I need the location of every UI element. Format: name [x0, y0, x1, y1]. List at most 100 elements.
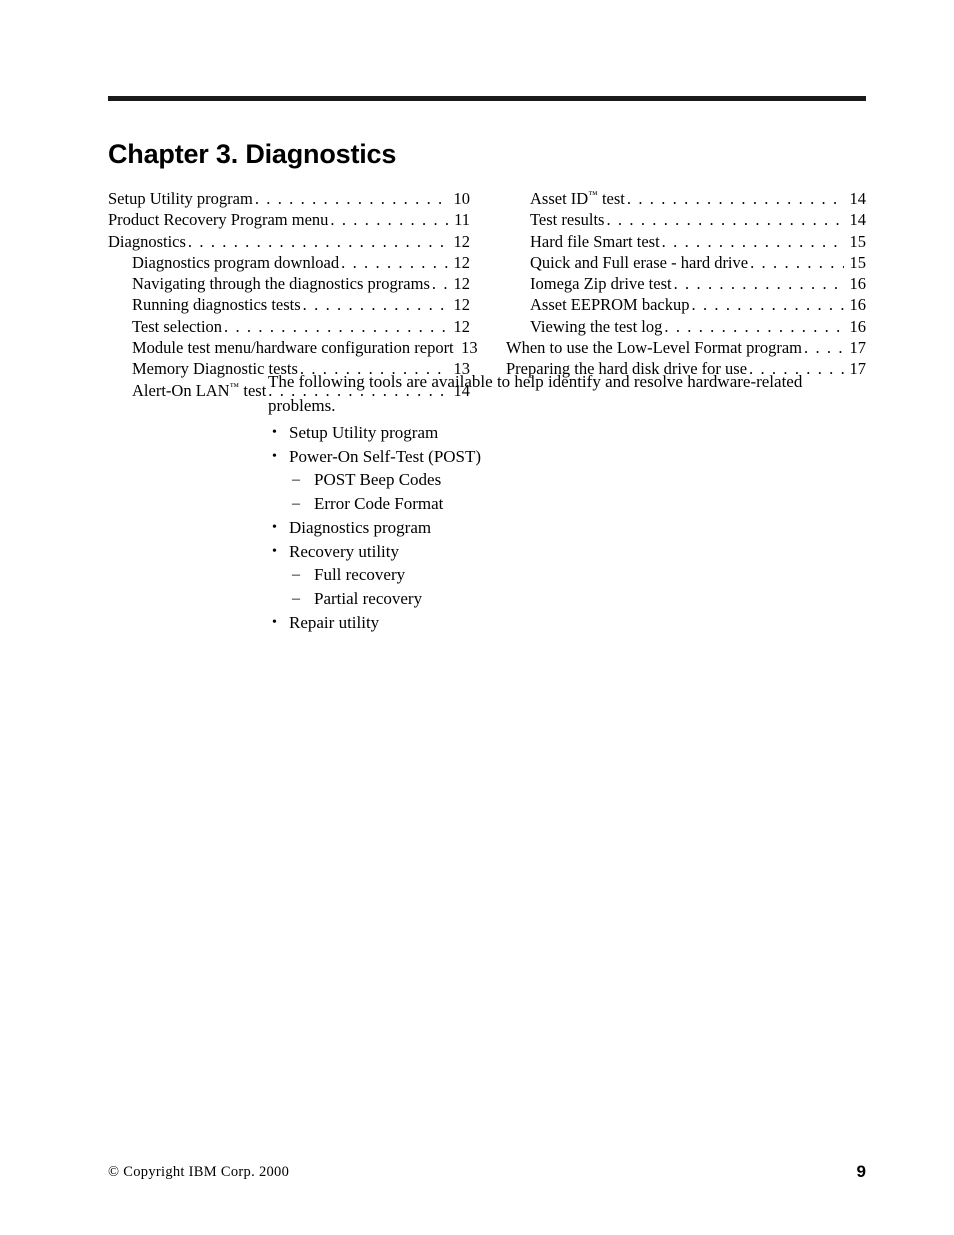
toc-page-number: 11 [454, 210, 470, 230]
toc-entry-label: Diagnostics [108, 231, 186, 251]
sub-list-item: – Partial recovery [289, 587, 828, 611]
toc-page-number: 17 [849, 338, 867, 358]
list-item: • Recovery utility – Full recovery – Partial … [268, 540, 828, 611]
toc-entry-label: Diagnostics program download [132, 252, 340, 272]
toc-entry-label: Test selection [132, 316, 223, 336]
toc-leader-dots [341, 252, 448, 273]
copyright-notice: © Copyright IBM Corp. 2000 [108, 1164, 290, 1180]
toc-leader-dots [804, 337, 844, 358]
toc-entry[interactable]: Running diagnostics tests 12 [108, 294, 470, 315]
toc-leader-dots [692, 294, 845, 315]
toc-entry[interactable]: Hard file Smart test 15 [506, 231, 866, 252]
toc-entry-label: Test results [530, 210, 605, 230]
toc-entry[interactable]: Test results 14 [506, 209, 866, 230]
toc-entry[interactable]: Asset ID™ test 14 [506, 188, 866, 209]
list-item-label: Repair utility [289, 612, 380, 632]
page-number: 9 [856, 1162, 866, 1181]
toc-entry[interactable]: Asset EEPROM backup 16 [506, 294, 866, 315]
toc-entry[interactable]: Diagnostics 12 [108, 231, 470, 252]
bullet-icon: • [272, 543, 277, 559]
sub-list-item: – Full recovery [289, 563, 828, 587]
toc-page-number: 10 [453, 189, 471, 208]
toc-page-number: 15 [849, 252, 867, 272]
toc-page-number: 12 [453, 274, 471, 294]
bullet-icon: • [272, 425, 277, 440]
toc-entry-label: Alert-On LAN™ test [132, 380, 266, 401]
sub-list-item-label: Partial recovery [314, 588, 423, 608]
header-rule [108, 96, 866, 101]
toc-entry[interactable]: Navigating through the diagnostics progr… [108, 273, 470, 294]
toc-entry-label: Viewing the test log [530, 316, 663, 336]
toc-leader-dots [627, 188, 844, 209]
bullet-icon: • [272, 614, 277, 630]
toc-leader-dots [750, 252, 844, 273]
list-item: • Setup Utility program [268, 421, 828, 445]
list-item-label: Recovery utility [289, 541, 400, 561]
toc-entry[interactable]: Quick and Full erase - hard drive 15 [506, 252, 866, 273]
toc-entry-label: Setup Utility program [108, 189, 253, 208]
list-item-label: Power-On Self-Test (POST) [289, 446, 482, 466]
list-item-label: Setup Utility program [289, 423, 439, 442]
dash-icon: – [292, 495, 300, 513]
toc-entry-label: Running diagnostics tests [132, 295, 301, 315]
toc-page-number: 12 [453, 252, 471, 272]
toc-page-number: 12 [453, 316, 471, 336]
toc-entry-label-text: Asset ID [530, 189, 589, 208]
toc-entry[interactable]: Iomega Zip drive test 16 [506, 273, 866, 294]
toc-leader-dots [188, 231, 448, 252]
toc-entry-label: Iomega Zip drive test [530, 274, 672, 294]
dash-icon: – [292, 589, 300, 607]
toc-page-number: 16 [849, 316, 867, 336]
toc-entry[interactable]: Test selection 12 [108, 316, 470, 337]
toc-entry-label: Module test menu/hardware configuration … [132, 338, 454, 358]
bullet-icon: • [272, 519, 277, 535]
toc-entry-label-suffix: test [597, 189, 625, 208]
toc-entry[interactable]: Diagnostics program download 12 [108, 252, 470, 273]
toc-entry[interactable]: Setup Utility program 10 [108, 188, 470, 209]
sub-list-item-label: POST Beep Codes [314, 470, 442, 490]
toc-page-number: 15 [849, 231, 867, 251]
toc-entry-label-suffix: test [239, 380, 267, 400]
toc-leader-dots [662, 231, 844, 252]
toc-entry-label: Asset ID™ test [530, 188, 625, 209]
toc-page-number: 13 [461, 338, 478, 358]
toc-entry[interactable]: Viewing the test log 16 [506, 316, 866, 337]
toc-entry-label: Hard file Smart test [530, 231, 660, 251]
body-content: The following tools are available to hel… [268, 370, 828, 634]
list-item: • Power-On Self-Test (POST) – POST Beep Cod… [268, 445, 828, 516]
toc-entry[interactable]: Module test menu/hardware configuration … [108, 337, 478, 358]
toc-leader-dots [606, 209, 844, 230]
document-page: Chapter 3. Diagnostics Setup Utility pro… [0, 0, 954, 1235]
intro-paragraph: The following tools are available to hel… [268, 372, 803, 415]
sub-list: – POST Beep Codes – Error Code Format [289, 468, 828, 515]
sub-list-item-label: Error Code Format [314, 494, 444, 514]
toc-entry[interactable]: Product Recovery Program menu 11 [108, 209, 470, 230]
toc-entry[interactable]: When to use the Low-Level Format program… [506, 337, 866, 358]
toc-entry-label: Navigating through the diagnostics progr… [132, 274, 430, 294]
toc-leader-dots [674, 273, 844, 294]
toc-leader-dots [432, 273, 448, 294]
tools-list: • Setup Utility program • Power-On Self-Tes… [268, 421, 828, 634]
toc-page-number: 12 [453, 295, 471, 315]
dash-icon: – [292, 566, 300, 584]
trademark-icon: ™ [588, 190, 598, 201]
list-item: • Repair utility [268, 611, 828, 635]
sub-list: – Full recovery – Partial recovery [289, 563, 828, 610]
toc-page-number: 14 [849, 189, 867, 208]
toc-entry-label: Quick and Full erase - hard drive [530, 252, 749, 272]
toc-page-number: 16 [849, 295, 867, 315]
toc-leader-dots [303, 294, 448, 315]
toc-leader-dots [255, 188, 448, 209]
toc-entry-label-text: Alert-On LAN [132, 380, 230, 400]
toc-leader-dots [664, 316, 844, 337]
toc-entry-label: When to use the Low-Level Format program [506, 338, 802, 358]
toc-page-number: 12 [453, 231, 471, 251]
page-title: Chapter 3. Diagnostics [108, 139, 397, 169]
list-item: • Diagnostics program [268, 516, 828, 540]
bullet-icon: • [272, 448, 277, 464]
trademark-icon: ™ [229, 382, 240, 393]
toc-page-number: 17 [849, 359, 867, 379]
toc-leader-dots [224, 316, 448, 337]
sub-list-item-label: Full recovery [314, 565, 406, 585]
sub-list-item: – Error Code Format [289, 492, 828, 516]
